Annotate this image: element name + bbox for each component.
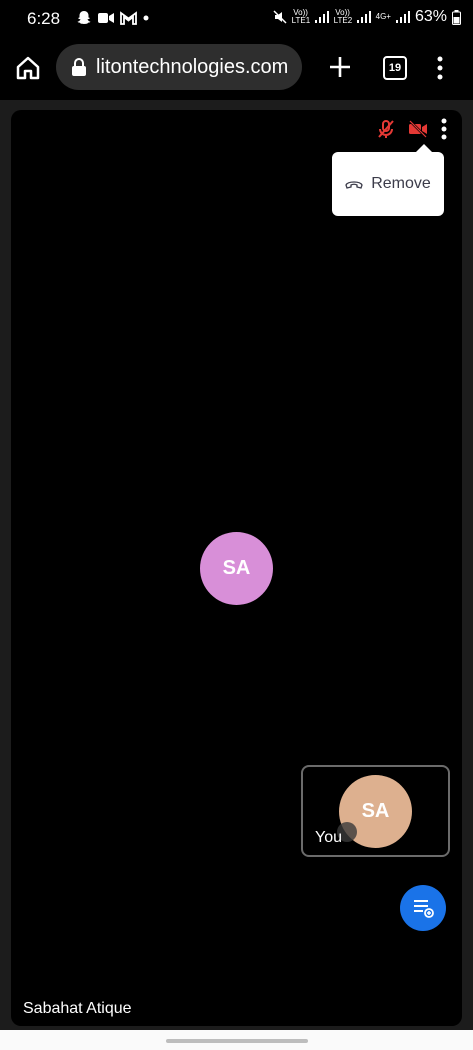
remove-label[interactable]: Remove — [371, 175, 431, 193]
battery-percent: 63% — [414, 8, 447, 25]
browser-toolbar: litontechnologies.com 19 — [0, 36, 473, 100]
phone-hangup-icon — [345, 181, 363, 189]
address-bar[interactable]: litontechnologies.com — [56, 44, 302, 90]
plus-icon[interactable] — [327, 54, 353, 80]
participant-tile: Remove SA SA You Sabahat Atique — [11, 110, 462, 1026]
volte2-signal-icon — [356, 11, 371, 23]
status-time: 6:28 — [27, 9, 61, 28]
volte1-signal-icon — [314, 11, 329, 23]
signal-icon — [395, 11, 410, 23]
participants-list-button[interactable] — [400, 885, 446, 931]
self-label: You — [315, 829, 342, 846]
sim2-label: Vo)) LTE2 — [333, 8, 353, 25]
remove-popup[interactable]: Remove — [332, 144, 444, 216]
home-icon[interactable] — [14, 54, 42, 82]
status-left-icons — [76, 10, 149, 26]
navigation-gesture-area — [0, 1030, 473, 1050]
sim1-label: Vo)) LTE1 — [291, 8, 311, 25]
tile-controls — [376, 118, 448, 140]
mute-icon — [273, 10, 287, 24]
self-view-tile[interactable]: SA You — [301, 765, 450, 857]
participants-list-icon — [414, 900, 434, 918]
snapchat-icon — [77, 11, 91, 24]
battery-icon — [452, 9, 461, 25]
gmail-icon — [120, 11, 137, 25]
mic-off-icon[interactable] — [376, 119, 396, 139]
self-initials: SA — [361, 800, 390, 822]
url-text: litontechnologies.com — [96, 55, 289, 78]
video-icon — [98, 13, 114, 23]
status-bar: 6:28 Vo)) LTE1 Vo)) LTE2 4G+ 63% — [0, 0, 473, 36]
more-vert-icon[interactable] — [436, 56, 444, 80]
participant-name: Sabahat Atique — [23, 1000, 132, 1017]
participant-avatar: SA — [200, 532, 273, 605]
video-off-icon[interactable] — [408, 119, 428, 139]
participant-initials: SA — [222, 557, 251, 579]
4g-icon: 4G+ — [375, 12, 391, 21]
status-right-icons: Vo)) LTE1 Vo)) LTE2 4G+ 63% — [273, 8, 461, 26]
dot-icon — [143, 15, 149, 21]
gesture-bar[interactable] — [166, 1039, 308, 1043]
lock-icon — [72, 58, 86, 76]
more-vert-icon[interactable] — [440, 118, 448, 140]
tabs-button[interactable]: 19 — [383, 56, 407, 80]
